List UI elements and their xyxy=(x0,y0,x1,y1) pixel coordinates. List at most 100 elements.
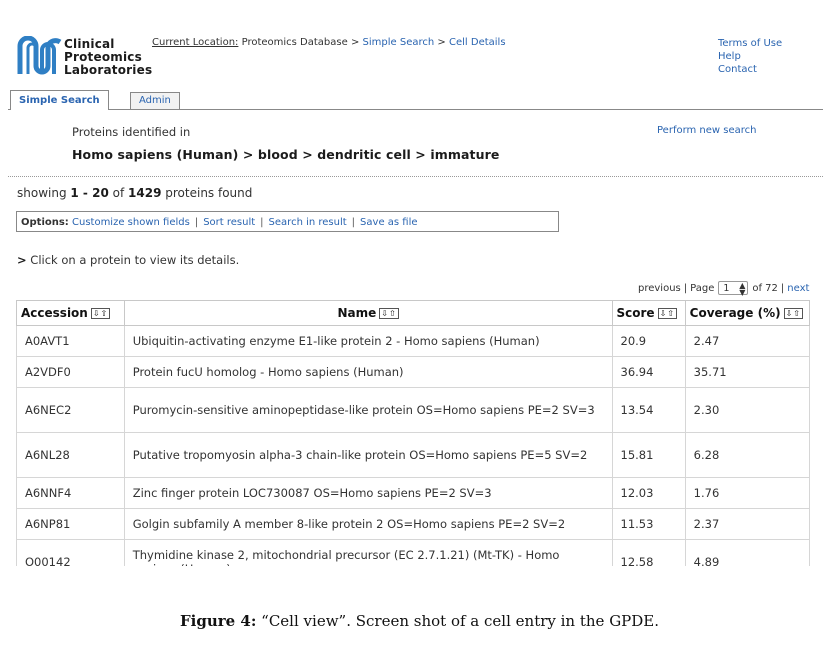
summary-total: 1429 xyxy=(128,186,162,200)
sort-arrows-icon[interactable]: ⇩⇧ xyxy=(90,308,111,319)
table-row[interactable]: A2VDF0 Protein fucU homolog - Homo sapien… xyxy=(16,356,811,388)
save-as-file-link[interactable]: Save as file xyxy=(360,217,417,228)
options-label: Options: xyxy=(21,217,69,228)
help-link[interactable]: Help xyxy=(718,50,782,63)
logo-text: Clinical Proteomics Laboratories xyxy=(64,38,152,77)
breadcrumb-item-cell-details[interactable]: Cell Details xyxy=(449,37,506,48)
coverage-cell: 35.71 xyxy=(684,356,811,388)
terms-of-use-link[interactable]: Terms of Use xyxy=(718,37,782,50)
page-select-value: 1 xyxy=(723,283,730,294)
column-header-name[interactable]: Name ⇩⇧ xyxy=(123,300,613,326)
table-body: A0AVT1 Ubiquitin-activating enzyme E1-lik… xyxy=(16,325,811,566)
previous-page-link[interactable]: previous xyxy=(638,283,681,294)
results-summary: showing 1 - 20 of 1429 proteins found xyxy=(17,186,252,200)
table-row[interactable]: O00142 Thymidine kinase 2, mitochondrial … xyxy=(16,539,811,566)
column-header-label: Coverage (%) xyxy=(689,306,781,320)
sort-result-link[interactable]: Sort result xyxy=(203,217,255,228)
caption-label: Figure 4: xyxy=(179,612,257,630)
column-header-label: Accession xyxy=(21,306,88,320)
options-separator: | xyxy=(351,217,356,228)
protein-name-cell: Protein fucU homolog - Homo sapiens (Hum… xyxy=(123,356,613,388)
divider xyxy=(8,176,823,177)
accession-cell: O00142 xyxy=(16,539,125,566)
table-header-row: Accession ⇩⇧ Name ⇩⇧ Score ⇩⇧ Coverage (%) ⇩… xyxy=(16,300,811,326)
sort-arrows-icon[interactable]: ⇩⇧ xyxy=(657,308,677,319)
sort-arrows-icon[interactable]: ⇩⇧ xyxy=(783,308,803,319)
top-links: Terms of Use Help Contact xyxy=(718,37,782,76)
caption-text: “Cell view”. Screen shot of a cell entry… xyxy=(261,612,660,630)
column-header-accession[interactable]: Accession ⇩⇧ xyxy=(16,300,125,326)
coverage-cell: 2.37 xyxy=(684,508,811,540)
coverage-cell: 6.28 xyxy=(684,432,811,478)
next-page-link[interactable]: next xyxy=(787,283,809,294)
tab-simple-search[interactable]: Simple Search xyxy=(10,90,109,110)
coverage-cell: 2.30 xyxy=(684,387,811,433)
score-cell: 11.53 xyxy=(611,508,686,540)
contact-link[interactable]: Contact xyxy=(718,63,782,76)
results-table: Accession ⇩⇧ Name ⇩⇧ Score ⇩⇧ Coverage (%) ⇩… xyxy=(16,300,811,566)
table-row[interactable]: A6NEC2 Puromycin-sensitive aminopeptidase… xyxy=(16,387,811,433)
page-count: of 72 xyxy=(752,282,778,294)
summary-suffix: proteins found xyxy=(165,186,253,200)
options-separator: | xyxy=(194,217,199,228)
page-select[interactable]: 1 ▲ ▼ xyxy=(718,281,749,297)
protein-name-cell: Golgin subfamily A member 8-like protein… xyxy=(123,508,613,540)
table-row[interactable]: A6NP81 Golgin subfamily A member 8-like p… xyxy=(16,508,811,540)
column-header-label: Score xyxy=(616,306,655,320)
tab-bar: Simple Search Admin xyxy=(8,90,823,110)
customize-fields-link[interactable]: Customize shown fields xyxy=(72,217,190,228)
column-header-label: Name xyxy=(337,306,377,320)
tab-admin[interactable]: Admin xyxy=(130,92,180,109)
accession-cell: A6NEC2 xyxy=(16,387,125,433)
coverage-cell: 2.47 xyxy=(684,325,811,357)
breadcrumb: Current Location: Proteomics Database > … xyxy=(152,37,506,48)
summary-of: of xyxy=(112,186,125,200)
summary-prefix: showing xyxy=(17,186,67,200)
hint-text: Click on a protein to view its details. xyxy=(30,253,240,267)
taxonomy-path: Homo sapiens (Human) > blood > dendritic… xyxy=(72,147,500,162)
proteins-identified-label: Proteins identified in xyxy=(72,125,191,139)
breadcrumb-separator: > xyxy=(350,37,360,48)
hint-marker: > xyxy=(17,253,27,267)
accession-cell: A6NP81 xyxy=(16,508,125,540)
search-in-result-link[interactable]: Search in result xyxy=(269,217,347,228)
table-row[interactable]: A0AVT1 Ubiquitin-activating enzyme E1-lik… xyxy=(16,325,811,357)
options-bar: Options: Customize shown fields | Sort res… xyxy=(16,211,559,232)
breadcrumb-separator: > xyxy=(437,37,446,48)
score-cell: 12.03 xyxy=(611,477,686,509)
accession-cell: A6NL28 xyxy=(16,432,125,478)
coverage-cell: 1.76 xyxy=(684,477,811,509)
protein-name-cell: Thymidine kinase 2, mitochondrial precur… xyxy=(123,539,613,566)
logo[interactable]: Clinical Proteomics Laboratories xyxy=(16,36,166,82)
protein-name-cell: Puromycin-sensitive aminopeptidase-like … xyxy=(123,387,613,433)
figure-caption: Figure 4: “Cell view”. Screen shot of a … xyxy=(0,612,839,630)
logo-line: Laboratories xyxy=(64,63,153,77)
protein-name-cell: Putative tropomyosin alpha-3 chain-like … xyxy=(123,432,613,478)
column-header-score[interactable]: Score ⇩⇧ xyxy=(611,300,686,326)
table-row[interactable]: A6NL28 Putative tropomyosin alpha-3 chain… xyxy=(16,432,811,478)
pager-separator: | xyxy=(683,282,688,294)
instruction-hint: > Click on a protein to view its details… xyxy=(17,253,239,267)
logo-mark-icon xyxy=(17,36,62,75)
column-header-coverage[interactable]: Coverage (%) ⇩⇧ xyxy=(684,300,811,326)
table-row[interactable]: A6NNF4 Zinc finger protein LOC730087 OS=H… xyxy=(16,477,811,509)
pagination: previous | Page 1 ▲ ▼ of 72 | next xyxy=(638,281,809,297)
score-cell: 15.81 xyxy=(611,432,686,478)
summary-range: 1 - 20 xyxy=(70,186,109,200)
perform-new-search-link[interactable]: Perform new search xyxy=(657,125,757,136)
options-separator: | xyxy=(260,217,264,228)
location-label: Current Location: xyxy=(152,37,239,48)
protein-name-cell: Ubiquitin-activating enzyme E1-like prot… xyxy=(123,325,613,357)
screenshot-frame: Clinical Proteomics Laboratories Current… xyxy=(8,30,823,566)
protein-name-cell: Zinc finger protein LOC730087 OS=Homo sa… xyxy=(123,477,613,509)
pager-separator: | xyxy=(780,282,785,294)
spinner-arrows-icon: ▲ ▼ xyxy=(739,281,746,297)
score-cell: 12.58 xyxy=(611,539,686,566)
accession-cell: A0AVT1 xyxy=(16,325,125,357)
breadcrumb-item-simple-search[interactable]: Simple Search xyxy=(363,37,435,48)
sort-arrows-icon[interactable]: ⇩⇧ xyxy=(379,308,399,319)
coverage-cell: 4.89 xyxy=(684,539,811,566)
breadcrumb-item-database: Proteomics Database xyxy=(241,37,348,48)
score-cell: 13.54 xyxy=(611,387,686,433)
score-cell: 20.9 xyxy=(611,325,686,357)
